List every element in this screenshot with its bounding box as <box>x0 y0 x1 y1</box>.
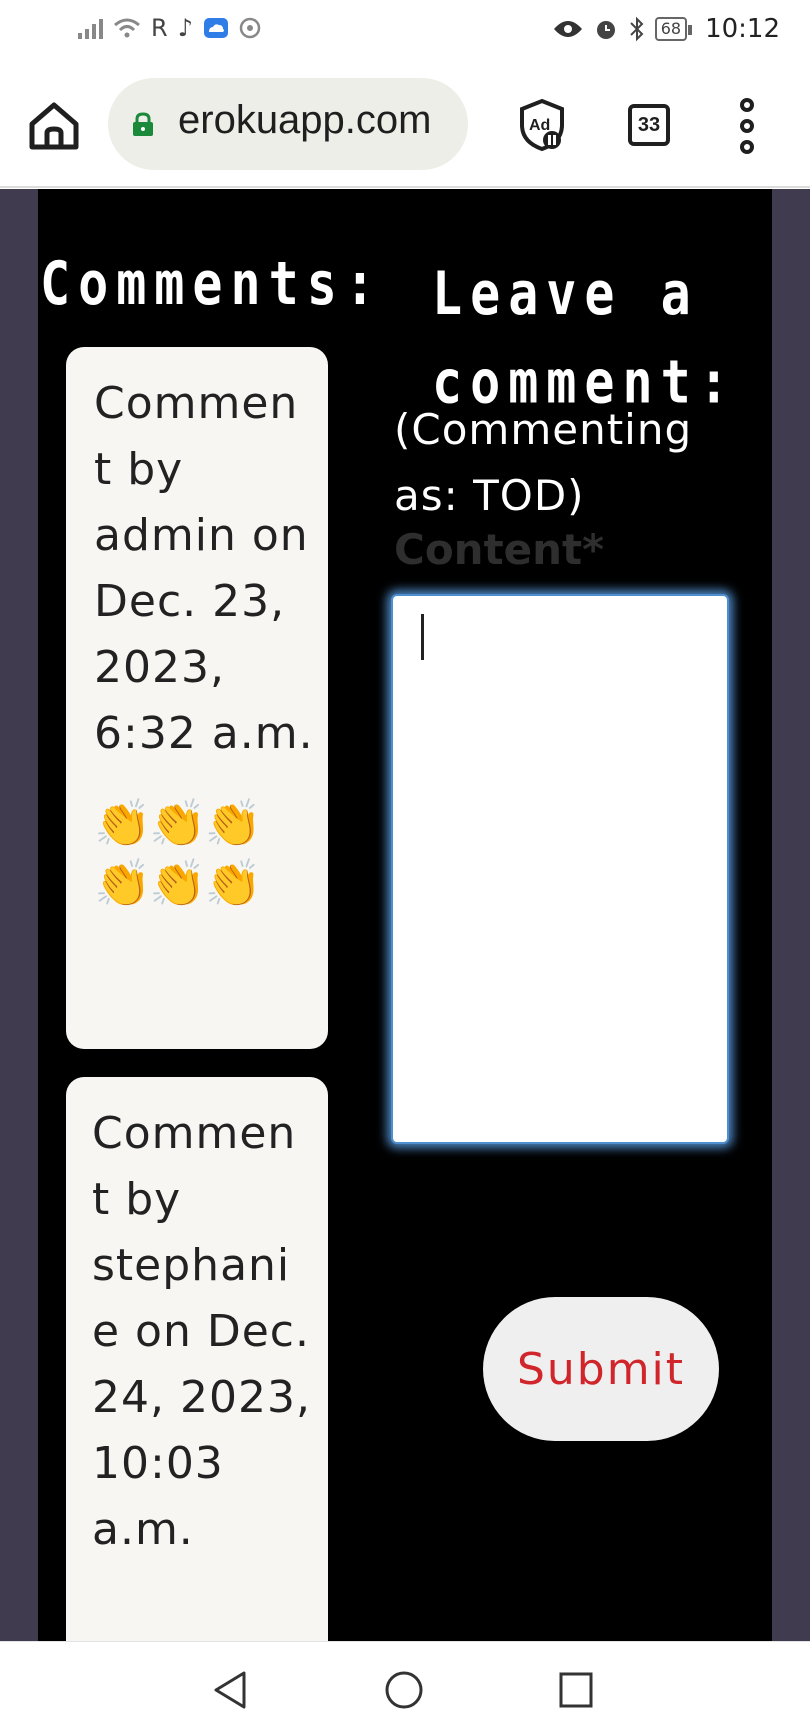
back-icon[interactable] <box>212 1670 248 1710</box>
browser-toolbar: erokuapp.com Ad 33 <box>0 62 810 188</box>
home-icon[interactable] <box>28 100 80 152</box>
tiktok-icon: ♪ <box>177 14 194 42</box>
eye-icon <box>553 21 582 37</box>
status-bar: R ♪ 68 10:12 <box>0 0 810 62</box>
leave-comment-section: Leave a comment: <box>432 249 772 417</box>
svg-text:Ad: Ad <box>529 117 550 134</box>
status-right-icons: 68 10:12 <box>553 14 780 44</box>
status-time: 10:12 <box>705 14 780 44</box>
status-left-icons: R ♪ <box>78 14 263 42</box>
url-text: erokuapp.com <box>178 98 432 142</box>
cloud-icon <box>204 18 229 38</box>
battery-icon: 68 <box>654 17 693 41</box>
commenting-as-text: (Commenting as: TOD) <box>394 405 693 520</box>
ad-block-icon[interactable]: Ad <box>518 98 566 152</box>
home-circle-icon[interactable] <box>384 1670 424 1710</box>
comment-card: Comment by admin on Dec. 23, 2023, 6:32 … <box>66 347 328 1049</box>
signal-icon <box>78 17 103 39</box>
address-bar[interactable]: erokuapp.com <box>108 78 468 170</box>
bluetooth-icon <box>629 16 644 42</box>
content-column: Comments: Comment by admin on Dec. 23, 2… <box>38 189 772 1641</box>
comment-meta: Comment by admin on Dec. 23, 2023, 6:32 … <box>94 378 314 759</box>
submit-button[interactable]: Submit <box>483 1297 719 1441</box>
r-icon: R <box>151 14 168 42</box>
comment-body: 👏👏👏👏👏👏 <box>94 796 262 910</box>
hotspot-icon <box>239 17 261 39</box>
page-content: Comments: Comment by admin on Dec. 23, 2… <box>0 189 810 1641</box>
comment-meta: Comment by stephanie on Dec. 24, 2023, 1… <box>92 1108 311 1555</box>
comments-heading: Comments: <box>40 249 383 319</box>
recents-icon[interactable] <box>558 1670 594 1710</box>
lock-icon <box>133 112 153 136</box>
comment-card: Comment by stephanie on Dec. 24, 2023, 1… <box>66 1077 328 1641</box>
tabs-button[interactable]: 33 <box>628 104 670 146</box>
comment-textarea[interactable] <box>391 594 729 1144</box>
system-nav-bar <box>0 1641 810 1734</box>
wifi-icon <box>114 18 140 38</box>
more-menu-icon[interactable] <box>736 98 758 154</box>
text-caret <box>421 614 424 660</box>
content-label: Content* <box>394 525 605 574</box>
alarm-icon <box>596 21 615 39</box>
